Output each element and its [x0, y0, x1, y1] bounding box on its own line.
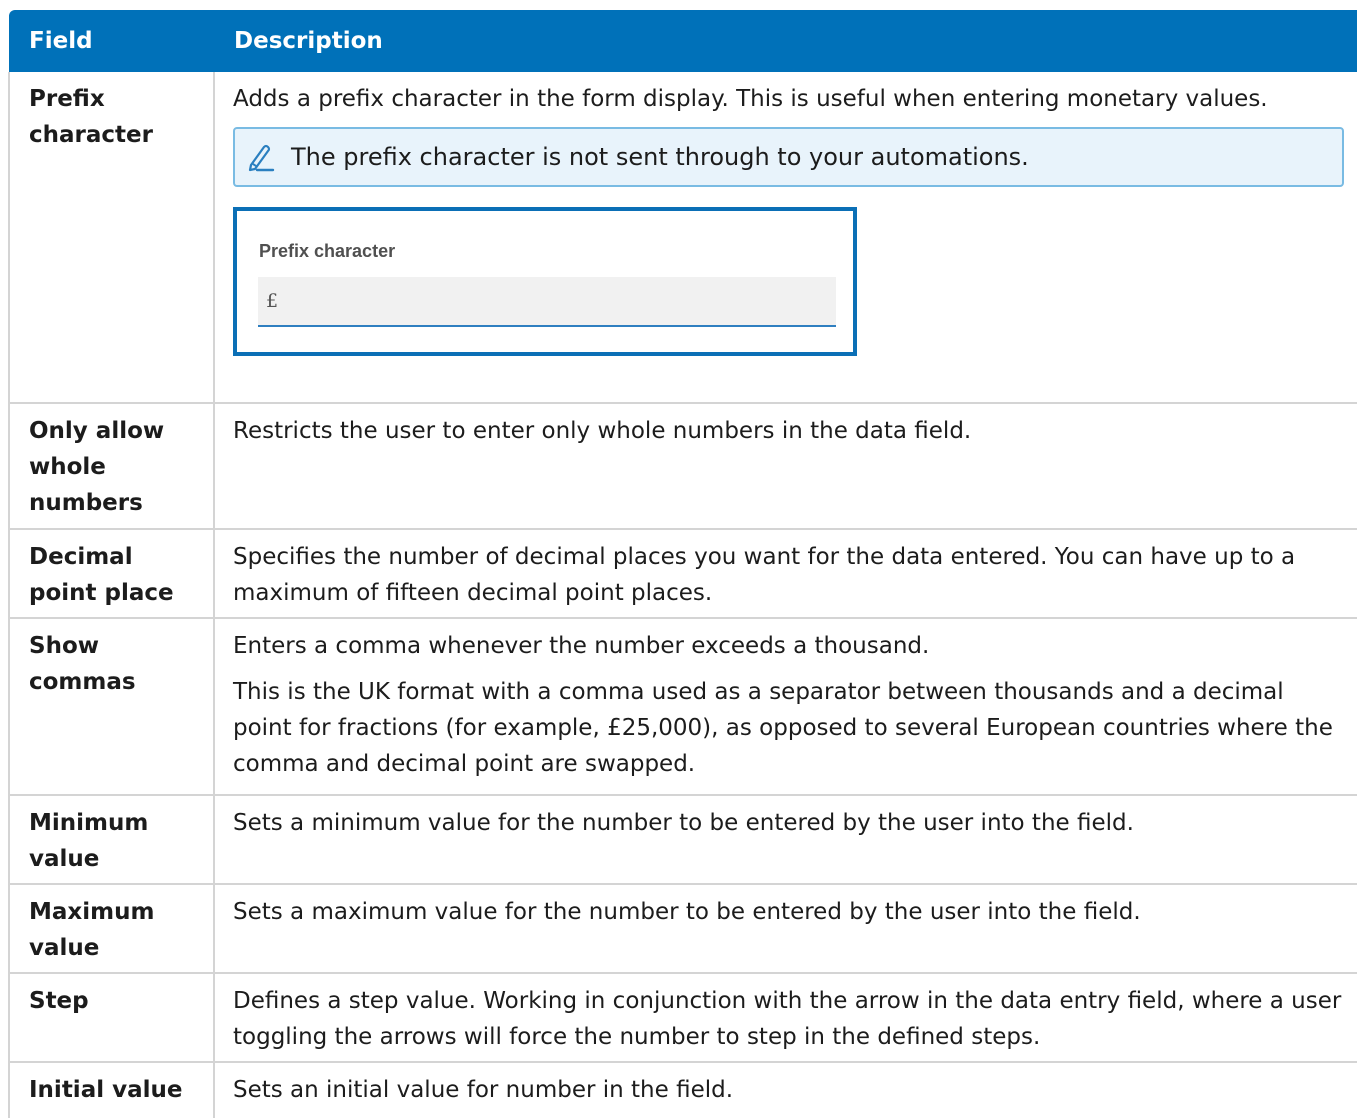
description-text: Sets a minimum value for the number to b… — [233, 810, 1134, 836]
table-row: Prefix character Adds a prefix character… — [8, 72, 1357, 404]
field-description: Specifies the number of decimal places y… — [213, 529, 1357, 619]
pencil-note-icon — [248, 144, 275, 172]
field-description: Sets an initial value for number in the … — [213, 1062, 1357, 1118]
table-row: Show commas Enters a comma whenever the … — [8, 618, 1357, 796]
field-description: Adds a prefix character in the form disp… — [213, 72, 1357, 404]
table-row: Decimal point place Specifies the number… — [8, 529, 1357, 619]
table-row: Step Defines a step value. Working in co… — [8, 973, 1357, 1063]
field-description: Restricts the user to enter only whole n… — [213, 403, 1357, 530]
table-row: Only allow whole numbers Restricts the u… — [8, 403, 1357, 530]
note-callout: The prefix character is not sent through… — [233, 127, 1344, 187]
header-field: Field — [9, 10, 214, 72]
field-name: Only allow whole numbers — [8, 403, 214, 530]
example-field-label: Prefix character — [259, 241, 396, 261]
example-prefix-input[interactable]: £ — [258, 277, 836, 327]
description-text: Sets an initial value for number in the … — [233, 1077, 734, 1103]
field-name: Decimal point place — [8, 529, 214, 619]
table-header-row: Field Description — [9, 10, 1357, 72]
prefix-example-screenshot: Prefix character £ — [233, 207, 857, 356]
description-text: Adds a prefix character in the form disp… — [233, 86, 1268, 112]
field-description: Defines a step value. Working in conjunc… — [213, 973, 1357, 1063]
field-description: Enters a comma whenever the number excee… — [213, 618, 1357, 796]
field-description: Sets a maximum value for the number to b… — [213, 884, 1357, 974]
description-text: Defines a step value. Working in conjunc… — [233, 988, 1342, 1050]
description-text: Restricts the user to enter only whole n… — [233, 418, 972, 444]
properties-table-wrapper: Field Description Prefix character Adds … — [8, 10, 1357, 1118]
table-row: Minimum value Sets a minimum value for t… — [8, 795, 1357, 885]
description-text: Enters a comma whenever the number excee… — [233, 633, 930, 659]
header-description: Description — [214, 10, 1357, 72]
properties-table: Field Description Prefix character Adds … — [8, 10, 1357, 1118]
table-row: Initial value Sets an initial value for … — [8, 1062, 1357, 1118]
table-row: Maximum value Sets a maximum value for t… — [8, 884, 1357, 974]
field-name: Step — [8, 973, 214, 1063]
description-text: This is the UK format with a comma used … — [233, 679, 1333, 777]
description-text: Sets a maximum value for the number to b… — [233, 899, 1141, 925]
field-name: Minimum value — [8, 795, 214, 885]
description-text: Specifies the number of decimal places y… — [233, 544, 1296, 606]
field-name: Show commas — [8, 618, 214, 796]
field-name: Initial value — [8, 1062, 214, 1118]
field-name: Maximum value — [8, 884, 214, 974]
field-description: Sets a minimum value for the number to b… — [213, 795, 1357, 885]
note-text: The prefix character is not sent through… — [291, 143, 1029, 171]
field-name: Prefix character — [8, 72, 214, 404]
